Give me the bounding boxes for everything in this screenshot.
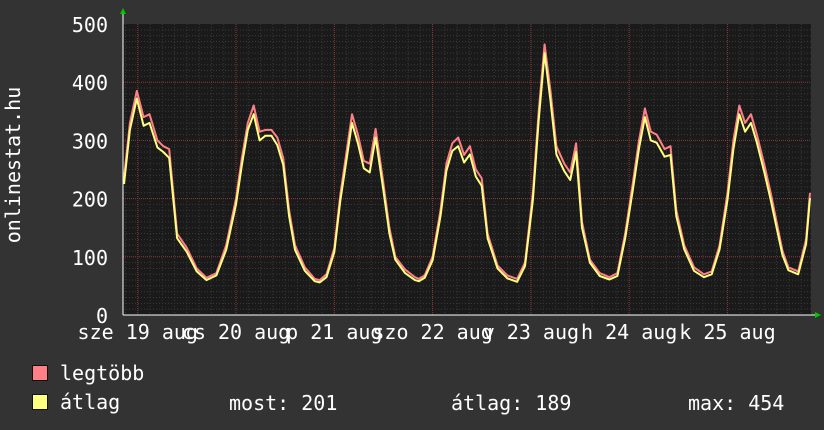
legend-swatch-atlag: [32, 394, 48, 410]
stat-max-label: max:: [688, 391, 737, 415]
stat-now: most: 201: [229, 391, 337, 415]
x-axis-arrow: [815, 312, 821, 318]
stat-max-value: 454: [748, 391, 785, 415]
plot-background: [123, 24, 811, 315]
stat-now-value: 201: [301, 391, 338, 415]
x-tick-label: szo 22 aug: [372, 320, 492, 344]
y-tick-label: 100: [72, 246, 108, 270]
y-tick-label: 400: [72, 71, 108, 95]
legend-item-atlag: átlag: [32, 390, 121, 414]
stat-now-label: most:: [229, 391, 290, 415]
stat-max: max: 454: [688, 391, 784, 415]
x-tick-label: p 21 aug: [286, 320, 382, 344]
stat-average-label: átlag:: [451, 391, 524, 415]
y-tick-label: 500: [72, 13, 108, 37]
stat-average-value: 189: [535, 391, 572, 415]
legend-item-legtobb: legtöbb: [32, 361, 145, 385]
legend-label-atlag: átlag: [60, 390, 121, 414]
y-tick-label: 300: [72, 129, 108, 153]
y-axis-arrow: [120, 8, 126, 14]
x-tick-label: k 25 aug: [679, 320, 775, 344]
legend-label-legtobb: legtöbb: [60, 361, 145, 385]
legend-swatch-legtobb: [32, 365, 48, 381]
x-tick-label: v 23 aug: [483, 320, 579, 344]
x-tick-label: h 24 aug: [581, 320, 677, 344]
stat-average: átlag: 189: [451, 391, 571, 415]
x-tick-label: sze 19 aug: [78, 320, 198, 344]
y-axis-label: onlinestat.hu: [1, 87, 25, 244]
y-tick-label: 200: [72, 188, 108, 212]
x-tick-label: cs 20 aug: [182, 320, 290, 344]
